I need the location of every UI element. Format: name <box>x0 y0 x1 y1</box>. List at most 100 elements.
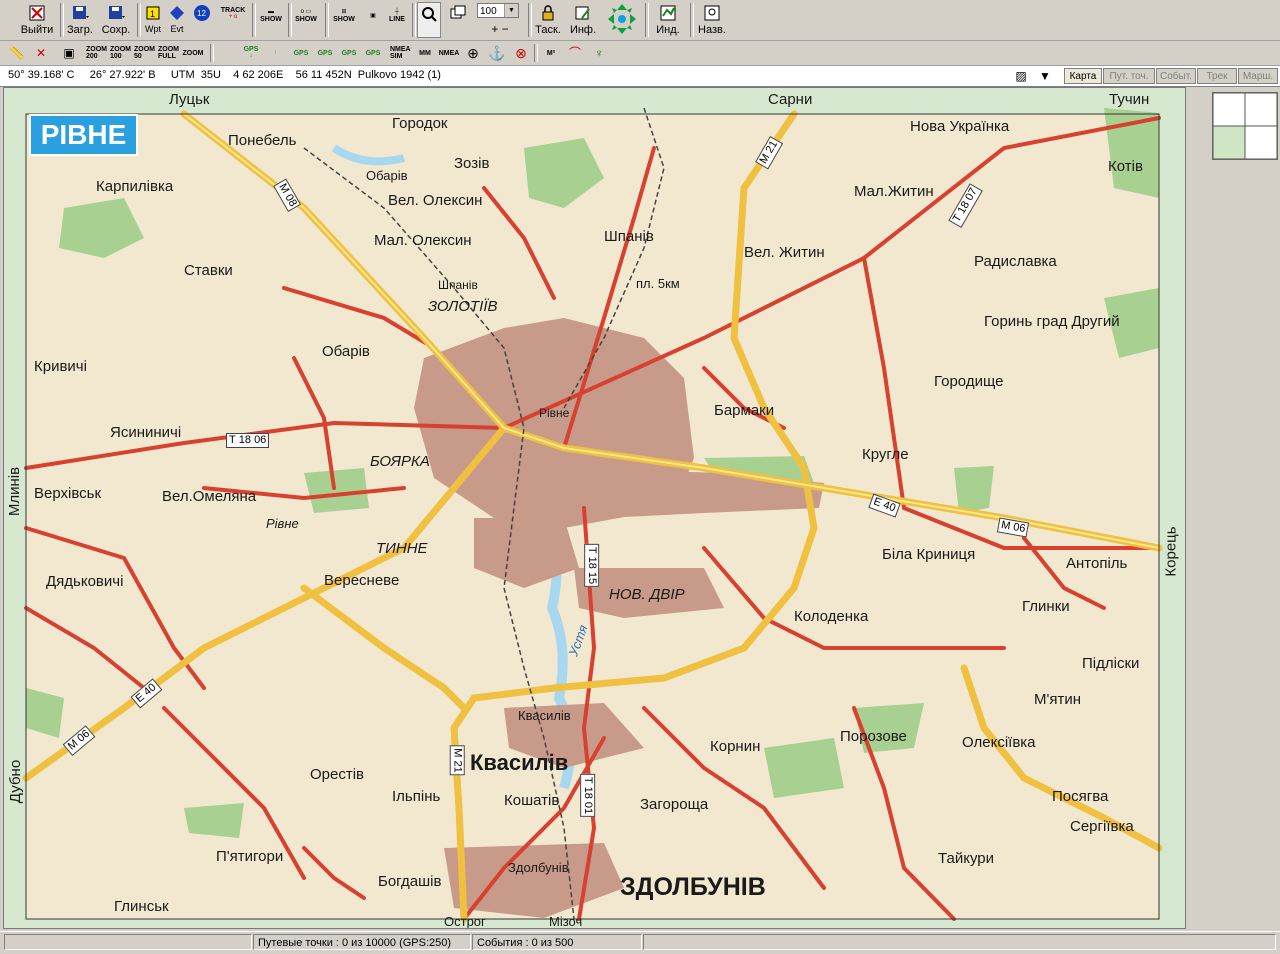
place-label: Орестів <box>310 766 365 783</box>
minimap-grid <box>1212 92 1278 160</box>
place-label: Порозове <box>840 728 907 745</box>
map-title: РІВНЕ <box>29 114 138 156</box>
place-label: Квасилів <box>518 708 571 723</box>
line-button[interactable]: ┼ LINE <box>386 6 408 26</box>
tab-events[interactable]: Событ. <box>1156 68 1196 84</box>
overview-minimap[interactable] <box>1212 92 1278 160</box>
place-label: Котів <box>1108 158 1143 175</box>
points-icon: o ▭ <box>300 9 312 15</box>
place-label: Загороща <box>640 796 709 813</box>
mm-button[interactable]: MM <box>414 43 436 63</box>
place-label: Верхівськ <box>34 485 102 502</box>
pan-button[interactable] <box>602 2 642 38</box>
area-button[interactable]: M² <box>540 43 562 63</box>
gps-button-6[interactable]: GPS <box>362 43 384 63</box>
place-label: Кошатів <box>504 792 560 809</box>
track-button[interactable]: TRACK + o <box>220 4 246 24</box>
gps-label-1: GPS <box>243 46 259 53</box>
profile-button[interactable]: ⌒ <box>564 43 586 63</box>
exit-button[interactable]: Выйти <box>18 2 56 38</box>
place-label: Вел. Олексин <box>388 192 483 209</box>
info-button[interactable]: Инф. <box>568 2 598 38</box>
load-button[interactable]: Загр. <box>64 2 96 38</box>
map-image-button[interactable]: ▨ <box>1010 66 1032 86</box>
anchor-button[interactable]: ⚓ <box>486 43 508 63</box>
screen-button[interactable]: ▣ <box>58 43 80 63</box>
show-points-button[interactable]: o ▭ SHOW <box>293 6 319 26</box>
event-button[interactable]: Evt <box>166 2 188 38</box>
ruler-icon: 📏 <box>9 45 25 60</box>
map-view[interactable]: РІВНЕ Луцьк Сарни Тучин Млинів Дубно Кор… <box>3 87 1186 929</box>
gps-button-1[interactable]: GPS ↓ <box>240 43 262 63</box>
show-route-button[interactable]: ⊞ SHOW <box>330 6 358 26</box>
edge-label-dubno: Дубно <box>7 759 25 804</box>
marker-icon: ▣ <box>370 12 376 19</box>
tab-track[interactable]: Трек <box>1197 68 1237 84</box>
place-label: Тайкури <box>938 850 994 867</box>
place-label: Ільпінь <box>392 788 441 805</box>
names-button[interactable]: Назв. <box>696 2 728 38</box>
zoom-plus-minus[interactable]: + − <box>478 22 522 36</box>
zoom-select[interactable]: 100 ▼ <box>477 3 519 18</box>
place-label: Антопіль <box>1066 555 1128 572</box>
toolbar-separator <box>412 3 416 37</box>
marker-button[interactable]: ▣ <box>362 6 384 26</box>
zoom-custom-button[interactable]: ZOOM <box>182 43 204 63</box>
show-label-3: SHOW <box>333 16 355 23</box>
gps-label-6: GPS <box>365 49 381 57</box>
show-line-button[interactable]: ▬ SHOW <box>258 6 284 26</box>
place-label: Посягва <box>1052 788 1109 805</box>
place-label: ТИННЕ <box>376 540 428 557</box>
place-label: П'ятигори <box>216 848 284 865</box>
nmea-sim-button[interactable]: NMEA SIM <box>390 43 412 63</box>
tab-route[interactable]: Марш. <box>1238 68 1278 84</box>
drag-button[interactable]: Таск. <box>532 2 564 38</box>
place-label: Вел.Омеляна <box>162 488 257 505</box>
crosshair-icon: ⊕ <box>467 44 479 61</box>
zoom-full-button[interactable]: ZOOM FULL <box>158 43 180 63</box>
ruler-off-button[interactable]: ✕ <box>30 43 52 63</box>
line-icon: ▬ <box>268 9 274 15</box>
gps-button-2[interactable]: ↑ <box>264 43 286 63</box>
tab-waypoints[interactable]: Пут. точ. <box>1103 68 1155 84</box>
ind-button[interactable]: Инд. <box>652 2 684 38</box>
number-button[interactable]: 12 <box>191 2 213 38</box>
zoom-200-label: ZOOM 200 <box>86 46 107 60</box>
place-label: Олексіївка <box>962 734 1036 751</box>
route-icon: ⊞ <box>341 9 347 15</box>
gps-label-5: GPS <box>341 49 357 57</box>
gps-button-4[interactable]: GPS <box>314 43 336 63</box>
tab-map[interactable]: Карта <box>1064 68 1102 84</box>
waypoint-button[interactable]: 1 Wpt <box>142 2 164 38</box>
zoom-full-label: ZOOM FULL <box>158 46 179 60</box>
gps-button-3[interactable]: GPS <box>290 43 312 63</box>
toolbar-separator <box>210 44 214 62</box>
stop-button[interactable]: ⊗ <box>510 43 532 63</box>
gps-button-5[interactable]: GPS <box>338 43 360 63</box>
place-label: Глинськ <box>114 898 169 915</box>
coordinate-bar: 50° 39.168' С 26° 27.922' В UTM 35U 4 62… <box>0 66 1280 87</box>
signal-button[interactable]: ♆ <box>588 43 610 63</box>
place-label: Глинки <box>1022 598 1070 615</box>
zoom-200-button[interactable]: ZOOM 200 <box>86 43 108 63</box>
zoom-50-button[interactable]: ZOOM 50 <box>134 43 156 63</box>
place-label: Корнин <box>710 738 761 755</box>
place-label: Колоденка <box>794 608 869 625</box>
map-save-button[interactable]: ▼ <box>1034 66 1056 86</box>
plus-icon: + o <box>228 14 238 20</box>
nmea-sim-label: NMEA SIM <box>390 46 411 60</box>
place-label: Вел. Житин <box>744 244 825 261</box>
save-button[interactable]: Сохр. <box>100 2 132 38</box>
crosshair-button[interactable]: ⊕ <box>462 43 484 63</box>
plus-minus-icon: + − <box>491 21 509 36</box>
edge-label-sarny: Сарни <box>768 91 813 108</box>
ruler-button[interactable]: 📏 <box>6 43 28 63</box>
place-label: ЗДОЛБУНІВ <box>620 873 766 901</box>
zoom-100-button[interactable]: ZOOM 100 <box>110 43 132 63</box>
edge-label-korets: Корець <box>1162 526 1180 577</box>
line-label: LINE <box>389 16 405 23</box>
window-button[interactable] <box>446 2 470 38</box>
zoom-tool-button[interactable] <box>417 2 441 38</box>
utm-zone: UTM 35U <box>170 69 221 81</box>
nmea-button[interactable]: NMEA <box>438 43 460 63</box>
